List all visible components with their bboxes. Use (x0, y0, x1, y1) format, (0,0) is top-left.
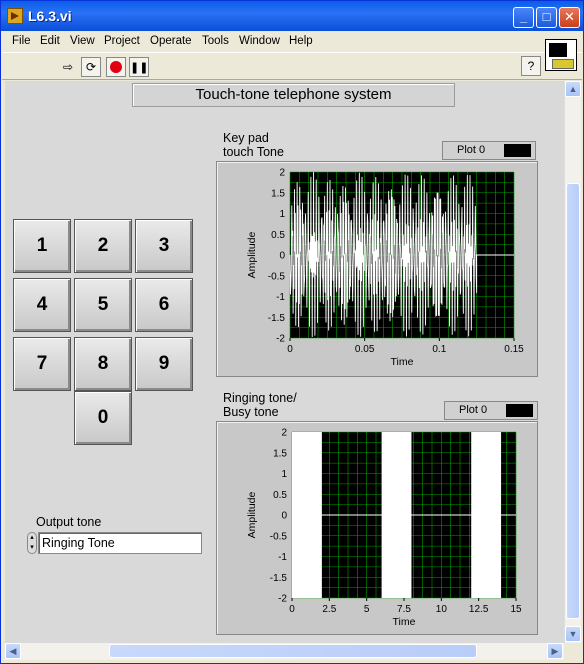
scroll-up-button[interactable]: ▲ (565, 81, 581, 97)
scroll-left-button[interactable]: ◀ (5, 643, 21, 659)
chart2-y-tick-label: 0.5 (273, 490, 287, 501)
pause-icon[interactable]: ❚❚ (129, 57, 149, 77)
maximize-button[interactable]: □ (536, 7, 557, 28)
chart2-series-burst (292, 432, 322, 598)
chart1-legend-swatch (504, 144, 531, 157)
chart2-legend[interactable]: Plot 0 (444, 401, 538, 420)
chart1-y-tick-label: 0.5 (271, 230, 285, 241)
menu-bar: File Edit View Project Operate Tools Win… (2, 32, 582, 52)
chart2-x-tick-label: 12.5 (469, 604, 489, 615)
chart2-x-axis-label: Time (393, 616, 416, 628)
chart2-frame: 0 2.5 5 7.5 10 12.5 15 2 1.5 1 0.5 0 -0.5 -1 -1.5 -2 Tim… (216, 421, 538, 635)
chart2-svg: 0 2.5 5 7.5 10 12.5 15 2 1.5 1 0.5 0 -0.5 -1 -1.5 -2 Tim… (246, 428, 522, 629)
chart1-x-axis-label: Time (391, 356, 414, 368)
key-5[interactable]: 5 (74, 278, 132, 332)
chart2-x-tick-label: 7.5 (397, 604, 411, 615)
chart1-x-tick-label: 0.15 (504, 344, 524, 355)
chart2-y-tick-label: -0.5 (270, 531, 288, 542)
ring-increment-arrows[interactable]: ▴ ▾ (27, 532, 37, 554)
chart2-x-tick-label: 15 (510, 604, 522, 615)
chart1-y-tick-label: -2 (276, 334, 285, 345)
key-3[interactable]: 3 (135, 219, 193, 273)
chart2-y-tick-label: 1 (281, 469, 287, 480)
chart2-y-tick-label: -2 (278, 594, 287, 605)
panel-heading: Touch-tone telephone system (132, 83, 455, 107)
menu-file[interactable]: File (12, 35, 31, 47)
labview-app-icon[interactable] (7, 8, 23, 24)
chart2-y-tick-label: 1.5 (273, 448, 287, 459)
chart2-y-tick-label: 2 (281, 428, 287, 439)
key-2[interactable]: 2 (74, 219, 132, 273)
minimize-button[interactable]: _ (513, 7, 534, 28)
chart2-series-burst (381, 432, 412, 598)
key-4[interactable]: 4 (13, 278, 71, 332)
scroll-right-button[interactable]: ▶ (547, 643, 563, 659)
chart2-y-tick-label: -1 (278, 552, 287, 563)
chart1-svg: 0 0.05 0.1 0.15 2 1.5 1 0.5 0 -0.5 -1 -1.5 -2 Time Amp… (246, 168, 524, 369)
run-arrow-icon[interactable]: ⇨ (58, 57, 78, 77)
menu-view[interactable]: View (70, 35, 95, 47)
chart2-x-tick-label: 10 (436, 604, 448, 615)
chart1-title: Key pad touch Tone (223, 131, 284, 159)
title-bar[interactable]: L6.3.vi _ □ ✕ (1, 1, 583, 31)
menu-operate[interactable]: Operate (150, 35, 192, 47)
chart1-x-tick-label: 0.1 (432, 344, 446, 355)
chart2-legend-swatch (506, 404, 533, 417)
key-1[interactable]: 1 (13, 219, 71, 273)
abort-icon[interactable] (106, 57, 126, 77)
scroll-down-button[interactable]: ▼ (565, 626, 581, 642)
chart1-frame: 0 0.05 0.1 0.15 2 1.5 1 0.5 0 -0.5 -1 -1.5 -2 Time Amp… (216, 161, 538, 377)
window-title: L6.3.vi (28, 8, 72, 24)
vi-window: L6.3.vi _ □ ✕ File Edit View Project Ope… (0, 0, 584, 664)
key-6[interactable]: 6 (135, 278, 193, 332)
chart1-y-tick-label: 1 (279, 209, 285, 220)
chart2-x-tick-label: 2.5 (322, 604, 336, 615)
menu-project[interactable]: Project (104, 35, 140, 47)
chart1-legend-label: Plot 0 (457, 144, 486, 156)
menu-edit[interactable]: Edit (40, 35, 60, 47)
vertical-scrollbar[interactable]: ▲ ▼ (564, 81, 581, 643)
chart1-y-tick-label: 2 (279, 168, 285, 179)
context-help-button[interactable]: ? (521, 56, 541, 76)
toolbar: ⇨ ⟳ ❚❚ ? (2, 52, 582, 80)
menu-window[interactable]: Window (239, 35, 280, 47)
key-7[interactable]: 7 (13, 337, 71, 391)
horizontal-scroll-thumb[interactable] (109, 644, 477, 658)
chart1-y-tick-label: 1.5 (271, 188, 285, 199)
chart2-y-tick-label: -1.5 (270, 573, 288, 584)
key-9[interactable]: 9 (135, 337, 193, 391)
menu-help[interactable]: Help (289, 35, 313, 47)
vi-connector-icon[interactable] (545, 39, 577, 71)
horizontal-scrollbar[interactable]: ◀ ▶ (5, 643, 564, 660)
chart1-legend[interactable]: Plot 0 (442, 141, 536, 160)
key-0[interactable]: 0 (74, 391, 132, 445)
close-button[interactable]: ✕ (559, 7, 580, 28)
key-8[interactable]: 8 (74, 337, 132, 391)
chart1-y-tick-label: -0.5 (268, 271, 286, 282)
menu-tools[interactable]: Tools (202, 35, 229, 47)
chart2-series-burst (471, 432, 502, 598)
chart2-y-tick-label: 0 (281, 511, 287, 522)
chart2-y-axis-label: Amplitude (246, 492, 258, 539)
chart1-y-tick-label: 0 (279, 251, 285, 262)
chart1-y-tick-label: -1.5 (268, 313, 286, 324)
vertical-scroll-thumb[interactable] (566, 183, 580, 619)
run-continuously-icon[interactable]: ⟳ (81, 57, 101, 77)
chart2-x-tick-label: 5 (364, 604, 370, 615)
chart1-x-tick-label: 0.05 (355, 344, 375, 355)
chart2-x-tick-label: 0 (289, 604, 295, 615)
chart2-title: Ringing tone/ Busy tone (223, 391, 297, 419)
output-tone-indicator: Ringing Tone (38, 532, 202, 554)
chart2-legend-label: Plot 0 (459, 404, 488, 416)
chart1-y-tick-label: -1 (276, 292, 285, 303)
chart1-y-axis-label: Amplitude (246, 232, 258, 279)
chart1-x-tick-label: 0 (287, 344, 293, 355)
output-tone-label: Output tone (36, 515, 102, 529)
